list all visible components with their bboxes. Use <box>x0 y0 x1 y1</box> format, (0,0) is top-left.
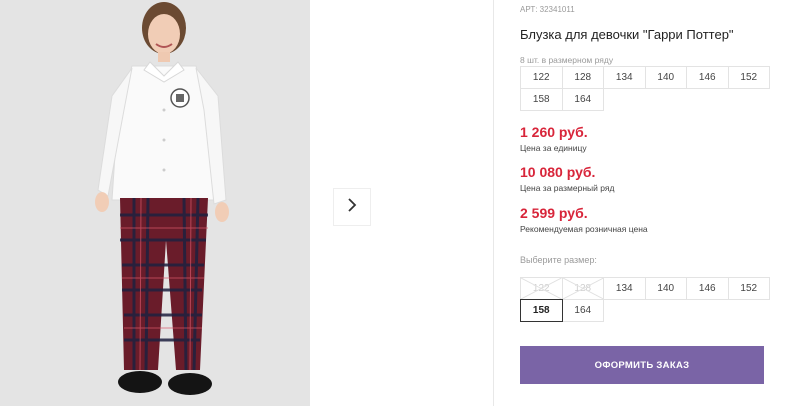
size-option-disabled: 128 <box>561 277 604 300</box>
pack-size-note: 8 шт. в размерном ряду <box>520 55 614 65</box>
product-photo[interactable] <box>0 0 310 406</box>
pack-size-grid: 122 128 134 140 146 152 158 164 <box>520 66 770 111</box>
pack-size-cell: 164 <box>561 88 604 111</box>
pack-size-cell: 152 <box>727 66 770 89</box>
pack-size-cell: 122 <box>520 66 563 89</box>
pack-size-cell: 128 <box>561 66 604 89</box>
gallery-next-button[interactable] <box>333 188 371 226</box>
size-option[interactable]: 140 <box>644 277 687 300</box>
choose-size-label: Выберите размер: <box>520 255 597 265</box>
size-option-disabled: 122 <box>520 277 563 300</box>
product-title: Блузка для девочки "Гарри Поттер" <box>520 27 734 42</box>
size-selector: 122 128 134 140 146 152 158 164 <box>520 277 770 322</box>
pack-size-cell: 146 <box>686 66 729 89</box>
chevron-right-icon <box>346 197 358 218</box>
size-option-selected[interactable]: 158 <box>520 299 563 322</box>
pack-size-cell: 140 <box>644 66 687 89</box>
girl-in-blouse-image <box>0 0 310 406</box>
product-info-panel: АРТ: 32341011 Блузка для девочки "Гарри … <box>520 0 790 406</box>
article-number: АРТ: 32341011 <box>520 5 575 14</box>
pack-size-cell: 158 <box>520 88 563 111</box>
unavailable-cross-icon <box>562 278 603 299</box>
unit-price-label: Цена за единицу <box>520 143 587 153</box>
retail-price: 2 599 руб. <box>520 205 588 221</box>
size-option[interactable]: 164 <box>561 299 604 322</box>
size-option[interactable]: 134 <box>603 277 646 300</box>
place-order-button[interactable]: ОФОРМИТЬ ЗАКАЗ <box>520 346 764 384</box>
unavailable-cross-icon <box>521 278 562 299</box>
size-option[interactable]: 146 <box>686 277 729 300</box>
unit-price: 1 260 руб. <box>520 124 588 140</box>
pack-size-cell: 134 <box>603 66 646 89</box>
pack-price-label: Цена за размерный ряд <box>520 183 615 193</box>
pack-price: 10 080 руб. <box>520 164 596 180</box>
size-option[interactable]: 152 <box>727 277 770 300</box>
panel-divider <box>493 0 494 406</box>
product-gallery <box>0 0 493 406</box>
retail-price-label: Рекомендуемая розничная цена <box>520 224 648 234</box>
